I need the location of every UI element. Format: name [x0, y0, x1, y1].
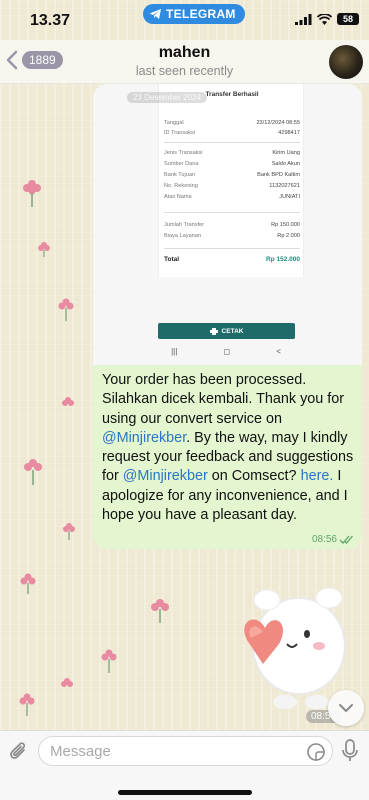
- message-time: 08:56: [311, 534, 337, 545]
- receipt-row: Biaya Layanan Rp 2.000: [164, 233, 300, 239]
- receipt-row-value: Rp 2.000: [277, 233, 300, 239]
- unread-count-badge: 1889: [22, 51, 63, 69]
- flower-decoration: [20, 573, 36, 594]
- receipt-row: Atas Nama JUNIATI: [164, 194, 300, 200]
- receipt-row: Bank Tujuan Bank BPD Kaltim: [164, 172, 300, 178]
- receipt-row-value: 4298417: [278, 130, 300, 136]
- here-link[interactable]: here.: [301, 468, 334, 484]
- receipt-row-label: ID Transaksi: [164, 130, 196, 136]
- divider: [164, 142, 300, 143]
- receipt-row-value: Kirim Uang: [272, 150, 300, 156]
- wifi-icon: [317, 13, 332, 25]
- receipt-row-label: Bank Tujuan: [164, 172, 196, 178]
- receipt-row-label: Jenis Transaksi: [164, 150, 203, 156]
- flower-decoration: [151, 599, 169, 623]
- receipt-row-value: Bank BPD Kaltim: [257, 172, 300, 178]
- receipt-row: No. Rekening 1132027621: [164, 183, 300, 189]
- date-chip: 23 Desember 2024: [127, 92, 208, 103]
- flower-decoration: [62, 397, 74, 406]
- receipt-row-label: Jumlah Transfer: [164, 222, 205, 228]
- battery-icon: 58: [337, 13, 359, 25]
- receipt-row-label: Biaya Layanan: [164, 233, 202, 239]
- receipt-row-value: 23/12/2024 08:55: [256, 120, 300, 126]
- avatar[interactable]: [329, 45, 363, 79]
- home-icon: ◻: [223, 347, 231, 356]
- status-bar: 13.37 TELEGRAM 58: [0, 0, 369, 40]
- sticker-icon[interactable]: [306, 742, 326, 762]
- telegram-plane-icon: [149, 9, 161, 19]
- chevron-down-icon: [339, 704, 353, 713]
- chat-header: mahen last seen recently 1889: [0, 40, 369, 84]
- flower-decoration: [24, 459, 42, 485]
- flower-decoration: [19, 693, 35, 716]
- double-check-icon: [339, 535, 353, 544]
- divider: [164, 248, 300, 249]
- receipt-row-value: 1132027621: [269, 183, 300, 189]
- receipt-total-label: Total: [164, 256, 180, 263]
- message-input[interactable]: [38, 736, 333, 766]
- screenshot-navbar: ||| ◻ <: [148, 347, 304, 356]
- paperclip-icon[interactable]: [9, 740, 29, 762]
- message-meta: 08:56: [312, 534, 354, 545]
- clock: 13.37: [30, 12, 71, 29]
- receipt-total-value: Rp 152.000: [266, 256, 300, 263]
- receipt-row-value: JUNIATI: [279, 194, 300, 200]
- receipt-row: Jumlah Transfer Rp 150.000: [164, 222, 300, 228]
- receipt-row: Jenis Transaksi Kirim Uang: [164, 150, 300, 156]
- receipt-row-value: Saldo Akun: [271, 161, 300, 167]
- receipt-row-label: Sumber Dana: [164, 161, 199, 167]
- chevron-left-icon: [6, 50, 18, 70]
- recents-icon: |||: [171, 347, 178, 356]
- mention-link[interactable]: @Minjirekber: [123, 468, 208, 484]
- flower-decoration: [38, 242, 50, 257]
- flower-decoration: [61, 678, 73, 687]
- flower-decoration: [101, 649, 117, 673]
- input-bar: [0, 730, 369, 800]
- printer-icon: [209, 327, 218, 335]
- receipt-row: ID Transaksi 4298417: [164, 130, 300, 136]
- receipt: Transfer Berhasil Tanggal 23/12/2024 08:5…: [158, 84, 304, 277]
- scroll-down-button[interactable]: [328, 690, 364, 726]
- system-icons: 58: [295, 13, 359, 25]
- signal-icon: [295, 13, 312, 25]
- receipt-row-label: Atas Nama: [164, 194, 192, 200]
- receipt-total: Total Rp 152.000: [164, 256, 300, 263]
- receipt-row-label: Tanggal: [164, 120, 184, 126]
- receipt-row-label: No. Rekening: [164, 183, 198, 189]
- cetak-label: CETAK: [221, 327, 244, 335]
- back-icon: <: [276, 347, 281, 356]
- receipt-row-value: Rp 150.000: [271, 222, 300, 228]
- flower-decoration: [63, 523, 75, 540]
- cetak-button: CETAK: [158, 323, 295, 339]
- divider: [164, 212, 300, 213]
- flower-decoration: [23, 180, 41, 207]
- mention-link[interactable]: @Minjirekber: [102, 430, 186, 446]
- message-photo[interactable]: Transfer Berhasil Tanggal 23/12/2024 08:5…: [93, 84, 362, 365]
- receipt-row: Tanggal 23/12/2024 08:55: [164, 120, 300, 126]
- message-text: Your order has been processed. Silahkan …: [102, 371, 358, 525]
- microphone-icon[interactable]: [341, 739, 359, 763]
- telegram-pill[interactable]: TELEGRAM: [143, 4, 245, 24]
- message-bubble[interactable]: Transfer Berhasil Tanggal 23/12/2024 08:5…: [93, 84, 362, 549]
- receipt-row: Sumber Dana Saldo Akun: [164, 161, 300, 167]
- message-text-part: Your order has been processed. Silahkan …: [102, 372, 345, 427]
- back-button[interactable]: 1889: [6, 50, 63, 70]
- home-indicator: [118, 790, 252, 795]
- telegram-pill-label: TELEGRAM: [166, 7, 236, 21]
- flower-decoration: [58, 298, 74, 321]
- message-text-part: on Comsect?: [207, 468, 301, 485]
